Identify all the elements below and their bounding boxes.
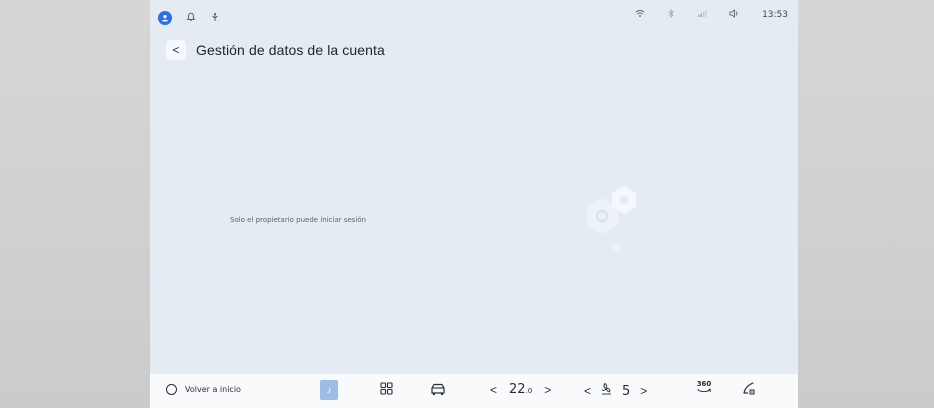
fan-decrease-button[interactable]: < xyxy=(584,384,591,398)
vehicle-button[interactable] xyxy=(430,382,446,396)
bluetooth-icon xyxy=(667,9,675,20)
screen: 13:53 < Gestión de datos de la cuenta So… xyxy=(150,0,798,408)
home-label: Volver a inicio xyxy=(185,385,241,394)
wiper-button[interactable] xyxy=(742,382,756,395)
owner-only-message: Solo el propietario puede iniciar sesión xyxy=(230,216,367,224)
wiper-icon xyxy=(743,382,755,395)
rotate-360-icon xyxy=(697,388,711,393)
clock-time: 13:53 xyxy=(762,9,788,20)
temp-increase-button[interactable]: > xyxy=(544,383,551,397)
right-bezel xyxy=(798,0,934,408)
music-app-button[interactable]: ♪ xyxy=(320,380,338,400)
home-button[interactable]: Volver a inicio xyxy=(166,384,241,395)
back-button[interactable]: < xyxy=(166,40,186,60)
fan-icon xyxy=(601,382,612,400)
temperature-control: < 22.0 > xyxy=(490,382,551,397)
app-grid-button[interactable] xyxy=(380,382,393,395)
signal-icon xyxy=(697,9,707,20)
car-icon xyxy=(431,383,445,395)
hexagon-illustration xyxy=(568,176,678,276)
page-title: Gestión de datos de la cuenta xyxy=(196,42,385,58)
view-360-button[interactable]: 360 xyxy=(696,380,712,394)
status-left-group xyxy=(158,9,220,27)
status-right-group: 13:53 xyxy=(635,9,788,20)
home-circle-icon xyxy=(166,384,177,395)
fan-control: < 5 > xyxy=(584,382,647,400)
temperature-decimal: .0 xyxy=(525,387,533,395)
view-360-label: 360 xyxy=(696,380,712,388)
user-icon[interactable] xyxy=(158,11,172,25)
temperature-value: 22.0 xyxy=(509,382,532,397)
bell-icon[interactable] xyxy=(186,9,196,27)
temperature-number: 22 xyxy=(509,382,526,397)
wifi-icon xyxy=(635,9,645,20)
fan-increase-button[interactable]: > xyxy=(640,384,647,398)
left-bezel xyxy=(0,0,150,408)
fan-level: 5 xyxy=(622,383,631,399)
bottom-dock: Volver a inicio ♪ < 22.0 > < 5 > 360 xyxy=(150,374,798,408)
music-note-icon: ♪ xyxy=(326,384,332,396)
navigation-icon[interactable] xyxy=(210,9,220,27)
page-header: < Gestión de datos de la cuenta xyxy=(166,40,385,60)
temp-decrease-button[interactable]: < xyxy=(490,383,497,397)
status-bar: 13:53 xyxy=(150,0,798,34)
volume-icon[interactable] xyxy=(729,9,740,20)
grid-icon xyxy=(380,382,393,395)
